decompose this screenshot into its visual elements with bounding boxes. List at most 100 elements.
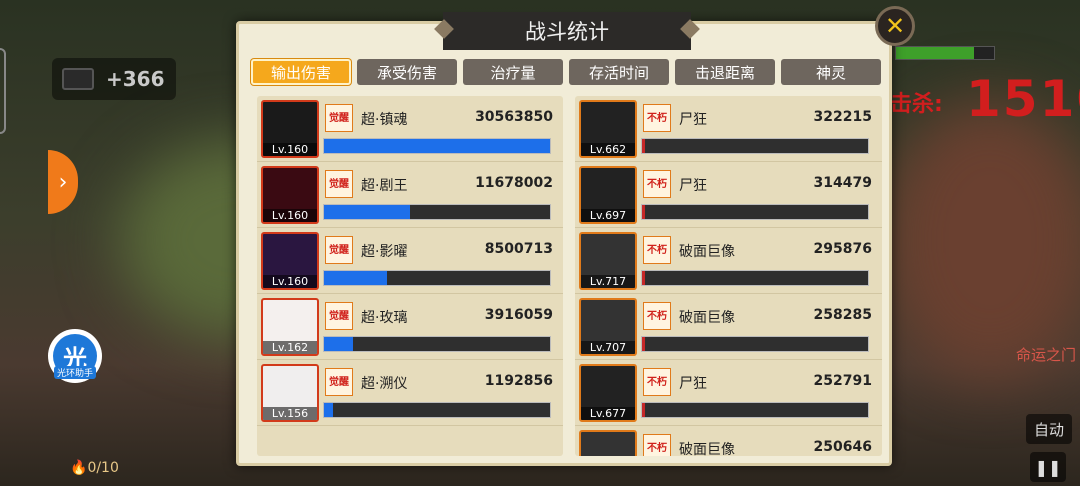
mana-value: 0/10 [87, 460, 119, 476]
ally-damage-bar [323, 270, 551, 286]
enemy-portrait: Lv.677 [579, 364, 637, 422]
enemy-portrait: Lv.697 [579, 166, 637, 224]
ally-portrait: Lv.162 [261, 298, 319, 356]
immortal-badge-icon: 不朽 [643, 104, 671, 132]
enemy-level: Lv.697 [581, 209, 635, 222]
awaken-badge-icon: 觉醒 [325, 236, 353, 264]
enemy-portrait: Lv.717 [579, 232, 637, 290]
enemy-damage-value: 252791 [813, 373, 872, 389]
enemy-row[interactable]: Lv.697 不朽 尸狂 314479 [575, 162, 882, 228]
awaken-badge-icon: 觉醒 [325, 368, 353, 396]
ally-name: 超·溯仪 [361, 376, 408, 392]
tab-damage-dealt[interactable]: 输出伤害 [251, 59, 351, 85]
enemy-stats-list[interactable]: Lv.662 不朽 尸狂 322215 Lv.697 不朽 尸狂 314479 Lv.717 不朽… [575, 96, 882, 456]
ally-damage-fill [324, 403, 333, 417]
mana-counter: 🔥0/10 [70, 460, 119, 476]
awaken-badge-icon: 觉醒 [325, 170, 353, 198]
enemy-name: 破面巨像 [679, 310, 735, 326]
enemy-portrait: Lv.707 [579, 298, 637, 356]
kill-count: 1510 [966, 70, 1080, 128]
enemy-damage-fill [642, 139, 645, 153]
tab-damage-taken[interactable]: 承受伤害 [357, 59, 457, 85]
ally-row[interactable]: Lv.160 觉醒 超·影曜 8500713 [257, 228, 563, 294]
awaken-badge-icon: 觉醒 [325, 104, 353, 132]
ally-row[interactable]: Lv.162 觉醒 超·玫璃 3916059 [257, 294, 563, 360]
ally-name: 超·镇魂 [361, 112, 408, 128]
boss-hp-bar [895, 46, 995, 60]
ally-damage-fill [324, 205, 411, 219]
ally-name: 超·剧王 [361, 178, 408, 194]
side-expand-tab[interactable]: › [48, 150, 78, 214]
ally-portrait: Lv.160 [261, 232, 319, 290]
enemy-row[interactable]: Lv.677 不朽 尸狂 252791 [575, 360, 882, 426]
enemy-name: 尸狂 [679, 112, 707, 128]
battle-stats-dialog: 战斗统计 ✕ 输出伤害 承受伤害 治疗量 存活时间 击退距离 神灵 Lv.160… [236, 6, 915, 466]
auto-button[interactable]: 自动 [1026, 414, 1072, 444]
immortal-badge-icon: 不朽 [643, 302, 671, 330]
ally-damage-bar [323, 204, 551, 220]
enemy-portrait: Lv.662 [579, 100, 637, 158]
awaken-badge-icon: 觉醒 [325, 302, 353, 330]
ally-name: 超·玫璃 [361, 310, 408, 326]
ally-level: Lv.156 [263, 407, 317, 420]
ally-portrait: Lv.160 [261, 166, 319, 224]
enemy-level: Lv.707 [581, 341, 635, 354]
enemy-damage-fill [642, 337, 645, 351]
enemy-damage-value: 250646 [813, 439, 872, 455]
ally-damage-value: 1192856 [484, 373, 553, 389]
enemy-row[interactable]: Lv.707 不朽 破面巨像 258285 [575, 294, 882, 360]
immortal-badge-icon: 不朽 [643, 434, 671, 456]
helper-caption: 光环助手 [53, 366, 96, 379]
close-icon: ✕ [884, 12, 906, 40]
enemy-damage-value: 258285 [813, 307, 872, 323]
scene-boss-glow [880, 100, 1080, 380]
tab-knockback[interactable]: 击退距离 [675, 59, 775, 85]
enemy-damage-bar [641, 336, 869, 352]
immortal-badge-icon: 不朽 [643, 368, 671, 396]
enemy-name: 破面巨像 [679, 244, 735, 260]
ally-damage-value: 8500713 [484, 241, 553, 257]
tab-survival-time[interactable]: 存活时间 [569, 59, 669, 85]
chevron-right-icon: › [58, 169, 68, 195]
stat-tabs: 输出伤害 承受伤害 治疗量 存活时间 击退距离 神灵 [251, 59, 881, 85]
ally-damage-fill [324, 139, 550, 153]
fate-gate-label: 命运之门 [1016, 346, 1077, 364]
ally-level: Lv.160 [263, 143, 317, 156]
helper-button[interactable]: 光 光环助手 [48, 329, 102, 383]
ally-damage-bar [323, 336, 551, 352]
close-button[interactable]: ✕ [875, 6, 915, 46]
enemy-damage-value: 322215 [813, 109, 872, 125]
enemy-damage-fill [642, 205, 645, 219]
ally-row[interactable]: Lv.160 觉醒 超·剧王 11678002 [257, 162, 563, 228]
tab-healing[interactable]: 治疗量 [463, 59, 563, 85]
enemy-name: 尸狂 [679, 376, 707, 392]
kill-label: 击杀: [890, 92, 943, 117]
ally-damage-fill [324, 337, 353, 351]
enemy-name: 破面巨像 [679, 442, 735, 456]
enemy-damage-bar [641, 270, 869, 286]
chest-icon [62, 68, 94, 90]
enemy-damage-fill [642, 271, 645, 285]
enemy-damage-bar [641, 204, 869, 220]
resource-value: +366 [106, 67, 165, 91]
pause-button[interactable]: ❚❚ [1030, 452, 1066, 482]
enemy-name: 尸狂 [679, 178, 707, 194]
resource-counter: +366 [52, 58, 176, 100]
ally-stats-list[interactable]: Lv.160 觉醒 超·镇魂 30563850 Lv.160 觉醒 超·剧王 11678002… [257, 96, 563, 456]
enemy-row[interactable]: 不朽 破面巨像 250646 [575, 426, 882, 456]
enemy-row[interactable]: Lv.717 不朽 破面巨像 295876 [575, 228, 882, 294]
ally-row[interactable]: Lv.160 觉醒 超·镇魂 30563850 [257, 96, 563, 162]
ally-level: Lv.160 [263, 275, 317, 288]
tab-deity[interactable]: 神灵 [781, 59, 881, 85]
ally-portrait: Lv.156 [261, 364, 319, 422]
enemy-row[interactable]: Lv.662 不朽 尸狂 322215 [575, 96, 882, 162]
enemy-damage-fill [642, 403, 645, 417]
ally-damage-value: 11678002 [475, 175, 553, 191]
ally-damage-value: 30563850 [475, 109, 553, 125]
enemy-level: Lv.677 [581, 407, 635, 420]
ally-row[interactable]: Lv.156 觉醒 超·溯仪 1192856 [257, 360, 563, 426]
ally-damage-fill [324, 271, 387, 285]
ally-name: 超·影曜 [361, 244, 408, 260]
enemy-level: Lv.717 [581, 275, 635, 288]
left-edge-handle[interactable] [0, 48, 6, 134]
